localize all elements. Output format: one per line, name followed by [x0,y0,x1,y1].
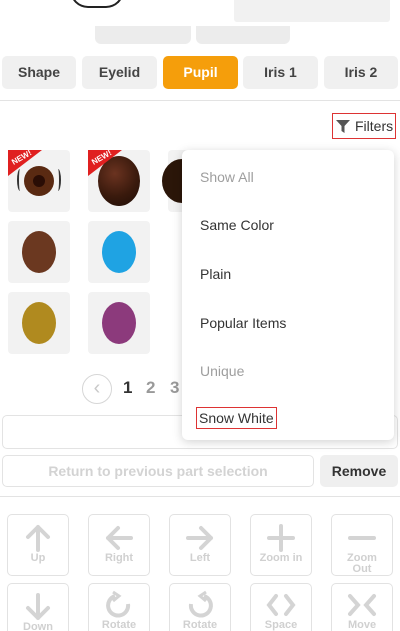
zoom-out-label: Zoom Out [347,552,377,575]
filter-option-plain[interactable]: Plain [200,266,231,282]
item-7[interactable] [88,292,150,354]
pupil-swatch [102,231,136,273]
arrow-right-icon [186,526,213,550]
filter-option-snow-white[interactable]: Snow White [196,407,277,429]
space-out-icon [266,594,296,616]
remove-button[interactable]: Remove [320,455,398,487]
arrow-up-icon [26,525,50,552]
rotate-left-icon [188,590,213,618]
filter-option-same-color[interactable]: Same Color [200,217,274,233]
pupil-swatch [22,231,56,273]
left-label: Left [189,552,211,564]
funnel-icon [336,120,350,133]
rotate-left-button[interactable]: Rotate Left [169,583,231,631]
tab-pupil[interactable]: Pupil [163,56,238,89]
filter-dropdown: Show All Same Color Plain Popular Items … [182,150,394,440]
down-button[interactable]: Down [7,583,69,631]
pupil-swatch [22,302,56,344]
move-closer-button[interactable]: Move closer [331,583,393,631]
chevron-left-icon: ‹ [93,377,101,399]
preview-panel [234,0,390,22]
top-button-2[interactable] [196,26,290,44]
up-button[interactable]: Up [7,514,69,576]
tab-iris-2[interactable]: Iris 2 [324,56,398,89]
zoom-out-button[interactable]: Zoom Out [331,514,393,576]
move-closer-label: Move closer [346,619,378,631]
pupil-swatch [102,302,136,344]
divider [0,100,400,101]
up-label: Up [30,552,46,564]
item-1[interactable]: NEW! [8,150,70,212]
rotate-right-label: Rotate Right [101,619,137,631]
left-button[interactable]: Left [169,514,231,576]
minus-icon [348,536,376,540]
rotate-right-icon [106,590,131,618]
filter-option-show-all[interactable]: Show All [200,169,254,185]
page-2[interactable]: 2 [146,378,155,398]
zoom-in-button[interactable]: Zoom in [250,514,312,576]
item-4[interactable] [8,221,70,283]
return-button[interactable]: Return to previous part selection [2,455,314,487]
rotate-left-label: Rotate Left [182,619,218,631]
zoom-in-label: Zoom in [259,552,303,564]
filters-label: Filters [355,118,394,134]
page-1[interactable]: 1 [123,378,132,398]
rotate-right-button[interactable]: Rotate Right [88,583,150,631]
filter-option-unique[interactable]: Unique [200,363,244,379]
new-badge: NEW! [88,150,132,180]
divider [0,496,400,497]
tab-shape[interactable]: Shape [2,56,76,89]
preview-area [0,0,400,48]
part-tabs: Shape Eyelid Pupil Iris 1 Iris 2 [0,56,400,90]
page-3[interactable]: 3 [170,378,179,398]
item-2[interactable]: NEW! [88,150,150,212]
tab-eyelid[interactable]: Eyelid [82,56,157,89]
filter-option-popular-items[interactable]: Popular Items [200,315,286,331]
avatar-preview [70,0,124,8]
filters-button[interactable]: Filters [332,113,396,139]
move-closer-icon [348,594,376,616]
prev-page-button[interactable]: ‹ [82,374,112,404]
tab-iris-1[interactable]: Iris 1 [243,56,318,89]
item-5[interactable] [88,221,150,283]
new-badge: NEW! [8,150,52,180]
down-label: Down [23,621,53,631]
plus-icon [267,524,295,552]
arrow-left-icon [106,526,133,550]
right-label: Right [104,552,134,564]
right-button[interactable]: Right [88,514,150,576]
top-button-1[interactable] [95,26,191,44]
item-6[interactable] [8,292,70,354]
space-out-button[interactable]: Space Out [250,583,312,631]
space-out-label: Space Out [264,619,298,631]
arrow-down-icon [26,593,50,620]
